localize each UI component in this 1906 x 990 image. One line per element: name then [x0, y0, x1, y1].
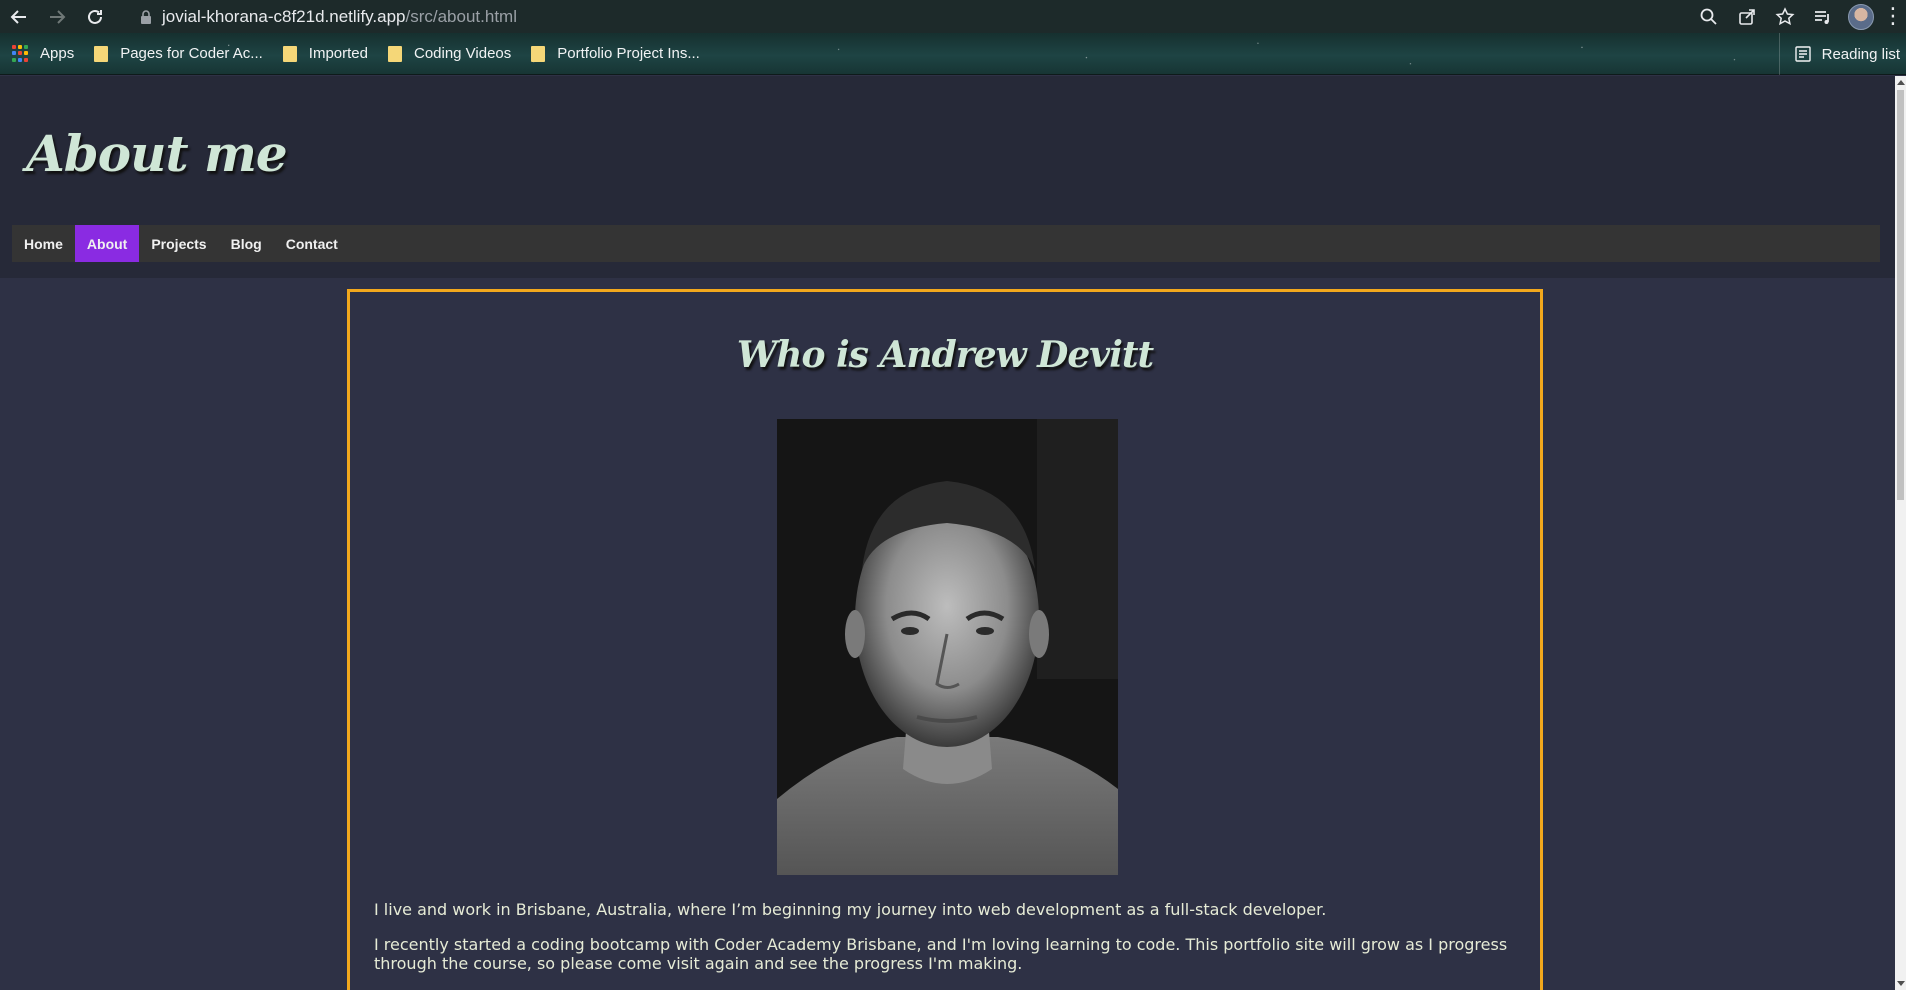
- bookmark-folder-portfolio[interactable]: Portfolio Project Ins...: [521, 40, 710, 68]
- portrait-image: [777, 419, 1118, 875]
- forward-arrow-icon: [50, 9, 66, 24]
- bookmark-folder-imported[interactable]: Imported: [273, 40, 378, 68]
- reading-list-label: Reading list: [1821, 45, 1900, 63]
- folder-icon: [387, 45, 402, 62]
- menu-button[interactable]: ⋮: [1880, 0, 1906, 33]
- site-nav: Home About Projects Blog Contact: [12, 225, 1880, 262]
- bookmark-label: Portfolio Project Ins...: [557, 45, 700, 62]
- forward-button[interactable]: [38, 0, 76, 33]
- url-path: /src/about.html: [405, 6, 518, 26]
- reload-button[interactable]: [76, 0, 114, 33]
- reload-icon: [88, 9, 102, 24]
- nav-link-about[interactable]: About: [74, 225, 140, 262]
- media-queue-button[interactable]: [1804, 0, 1842, 33]
- scroll-down-arrow-icon[interactable]: [1897, 981, 1905, 986]
- back-arrow-icon: [10, 9, 26, 24]
- web-page: About me Home About Projects Blog Contac…: [0, 76, 1895, 990]
- apps-grid-icon: [12, 44, 30, 63]
- bookmark-star-button[interactable]: [1766, 0, 1804, 33]
- nav-link-blog[interactable]: Blog: [219, 225, 274, 262]
- about-card: Who is Andrew Devitt I live and work in …: [347, 289, 1543, 990]
- bookmark-apps[interactable]: Apps: [0, 40, 84, 68]
- folder-icon: [282, 45, 297, 62]
- address-bar[interactable]: jovial-khorana-c8f21d.netlify.app/src/ab…: [124, 2, 1684, 31]
- reading-list-icon: [1793, 45, 1811, 62]
- bookmark-label: Pages for Coder Ac...: [120, 45, 263, 62]
- page-scrollbar[interactable]: [1895, 76, 1906, 990]
- bookmark-label: Coding Videos: [413, 45, 512, 62]
- bio-paragraph: I live and work in Brisbane, Australia, …: [374, 900, 1327, 919]
- bookmark-label: Apps: [40, 45, 75, 62]
- toolbar-actions: ⋮: [1690, 0, 1906, 33]
- star-icon: [1775, 6, 1795, 25]
- bio-paragraph: I recently started a coding bootcamp wit…: [374, 935, 1508, 973]
- url-host: jovial-khorana-c8f21d.netlify.app: [162, 6, 406, 26]
- browser-toolbar: jovial-khorana-c8f21d.netlify.app/src/ab…: [0, 0, 1906, 33]
- bookmark-folder-coder-academy[interactable]: Pages for Coder Ac...: [84, 40, 273, 68]
- nav-link-home[interactable]: Home: [12, 225, 75, 262]
- profile-photo: [777, 419, 1118, 875]
- avatar: [1848, 3, 1874, 30]
- nav-link-contact[interactable]: Contact: [274, 225, 350, 262]
- bookmark-label: Imported: [308, 45, 368, 62]
- bookmark-folder-coding-videos[interactable]: Coding Videos: [378, 40, 521, 68]
- folder-icon: [94, 45, 109, 62]
- section-heading: Who is Andrew Devitt: [736, 334, 1154, 376]
- back-button[interactable]: [0, 0, 38, 33]
- nav-link-projects[interactable]: Projects: [139, 225, 218, 262]
- reading-list-button[interactable]: Reading list: [1778, 33, 1900, 75]
- zoom-icon: [1700, 8, 1717, 25]
- zoom-button[interactable]: [1690, 0, 1728, 33]
- profile-button[interactable]: [1842, 0, 1880, 33]
- share-button[interactable]: [1728, 0, 1766, 33]
- page-title: About me: [26, 124, 288, 183]
- bookmarks-bar: Apps Pages for Coder Ac... Imported Codi…: [0, 33, 1906, 75]
- scroll-thumb[interactable]: [1897, 90, 1904, 500]
- kebab-menu-icon: ⋮: [1882, 3, 1904, 29]
- share-icon: [1739, 8, 1755, 25]
- folder-icon: [531, 45, 546, 62]
- scroll-up-arrow-icon[interactable]: [1897, 80, 1905, 85]
- lock-icon: [141, 9, 151, 24]
- playlist-icon: [1815, 10, 1829, 24]
- site-header: About me Home About Projects Blog Contac…: [0, 76, 1895, 278]
